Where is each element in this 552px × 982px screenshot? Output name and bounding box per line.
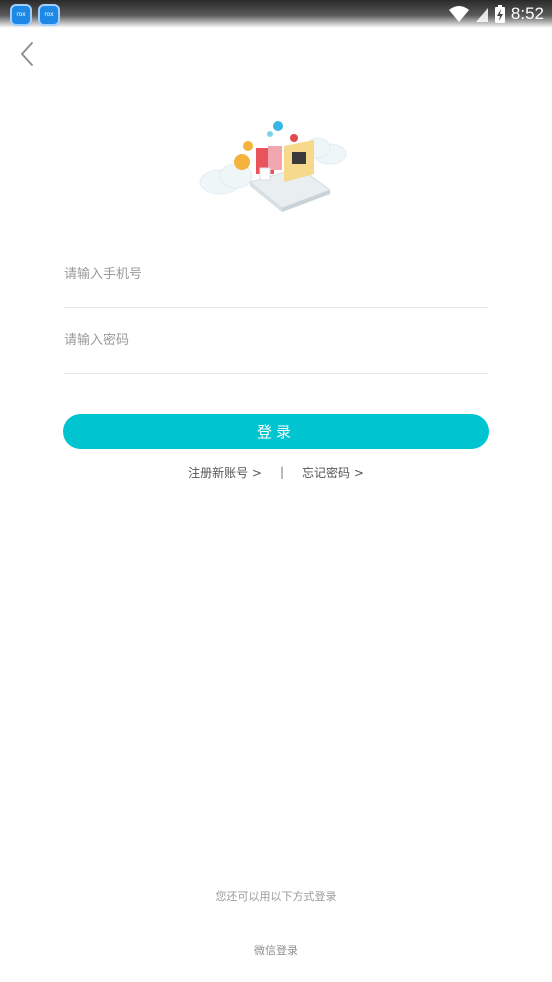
password-field bbox=[64, 308, 488, 374]
app-icon: rox bbox=[10, 4, 32, 26]
phone-input[interactable] bbox=[64, 242, 488, 307]
status-bar: rox rox 8:52 bbox=[0, 0, 552, 28]
register-link[interactable]: 注册新账号 > bbox=[188, 464, 262, 481]
signal-icon bbox=[475, 8, 488, 22]
other-login-methods-label: 您还可以用以下方式登录 bbox=[215, 890, 337, 903]
account-links: 注册新账号 > | 忘记密码 > bbox=[0, 462, 552, 482]
login-button[interactable]: 登录 bbox=[63, 414, 489, 449]
phone-field bbox=[64, 242, 488, 308]
wechat-login: 微信登录 bbox=[0, 942, 552, 958]
back-button[interactable] bbox=[16, 40, 40, 68]
links-divider: | bbox=[279, 465, 285, 479]
wifi-icon bbox=[448, 6, 469, 22]
app-icon: rox bbox=[38, 4, 60, 26]
forgot-password-link[interactable]: 忘记密码 > bbox=[302, 464, 364, 481]
battery-charging-icon bbox=[494, 5, 505, 23]
password-input[interactable] bbox=[64, 308, 488, 373]
status-indicators: 8:52 bbox=[448, 3, 544, 25]
shopping-illustration bbox=[199, 121, 347, 212]
wechat-login-button[interactable]: 微信登录 bbox=[254, 944, 298, 957]
chevron-left-icon bbox=[20, 42, 33, 66]
status-time: 8:52 bbox=[510, 4, 544, 23]
login-screen: rox rox 8:52 请输入手机号 登录 注册新账号 > | 忘记密码 > … bbox=[0, 0, 552, 982]
